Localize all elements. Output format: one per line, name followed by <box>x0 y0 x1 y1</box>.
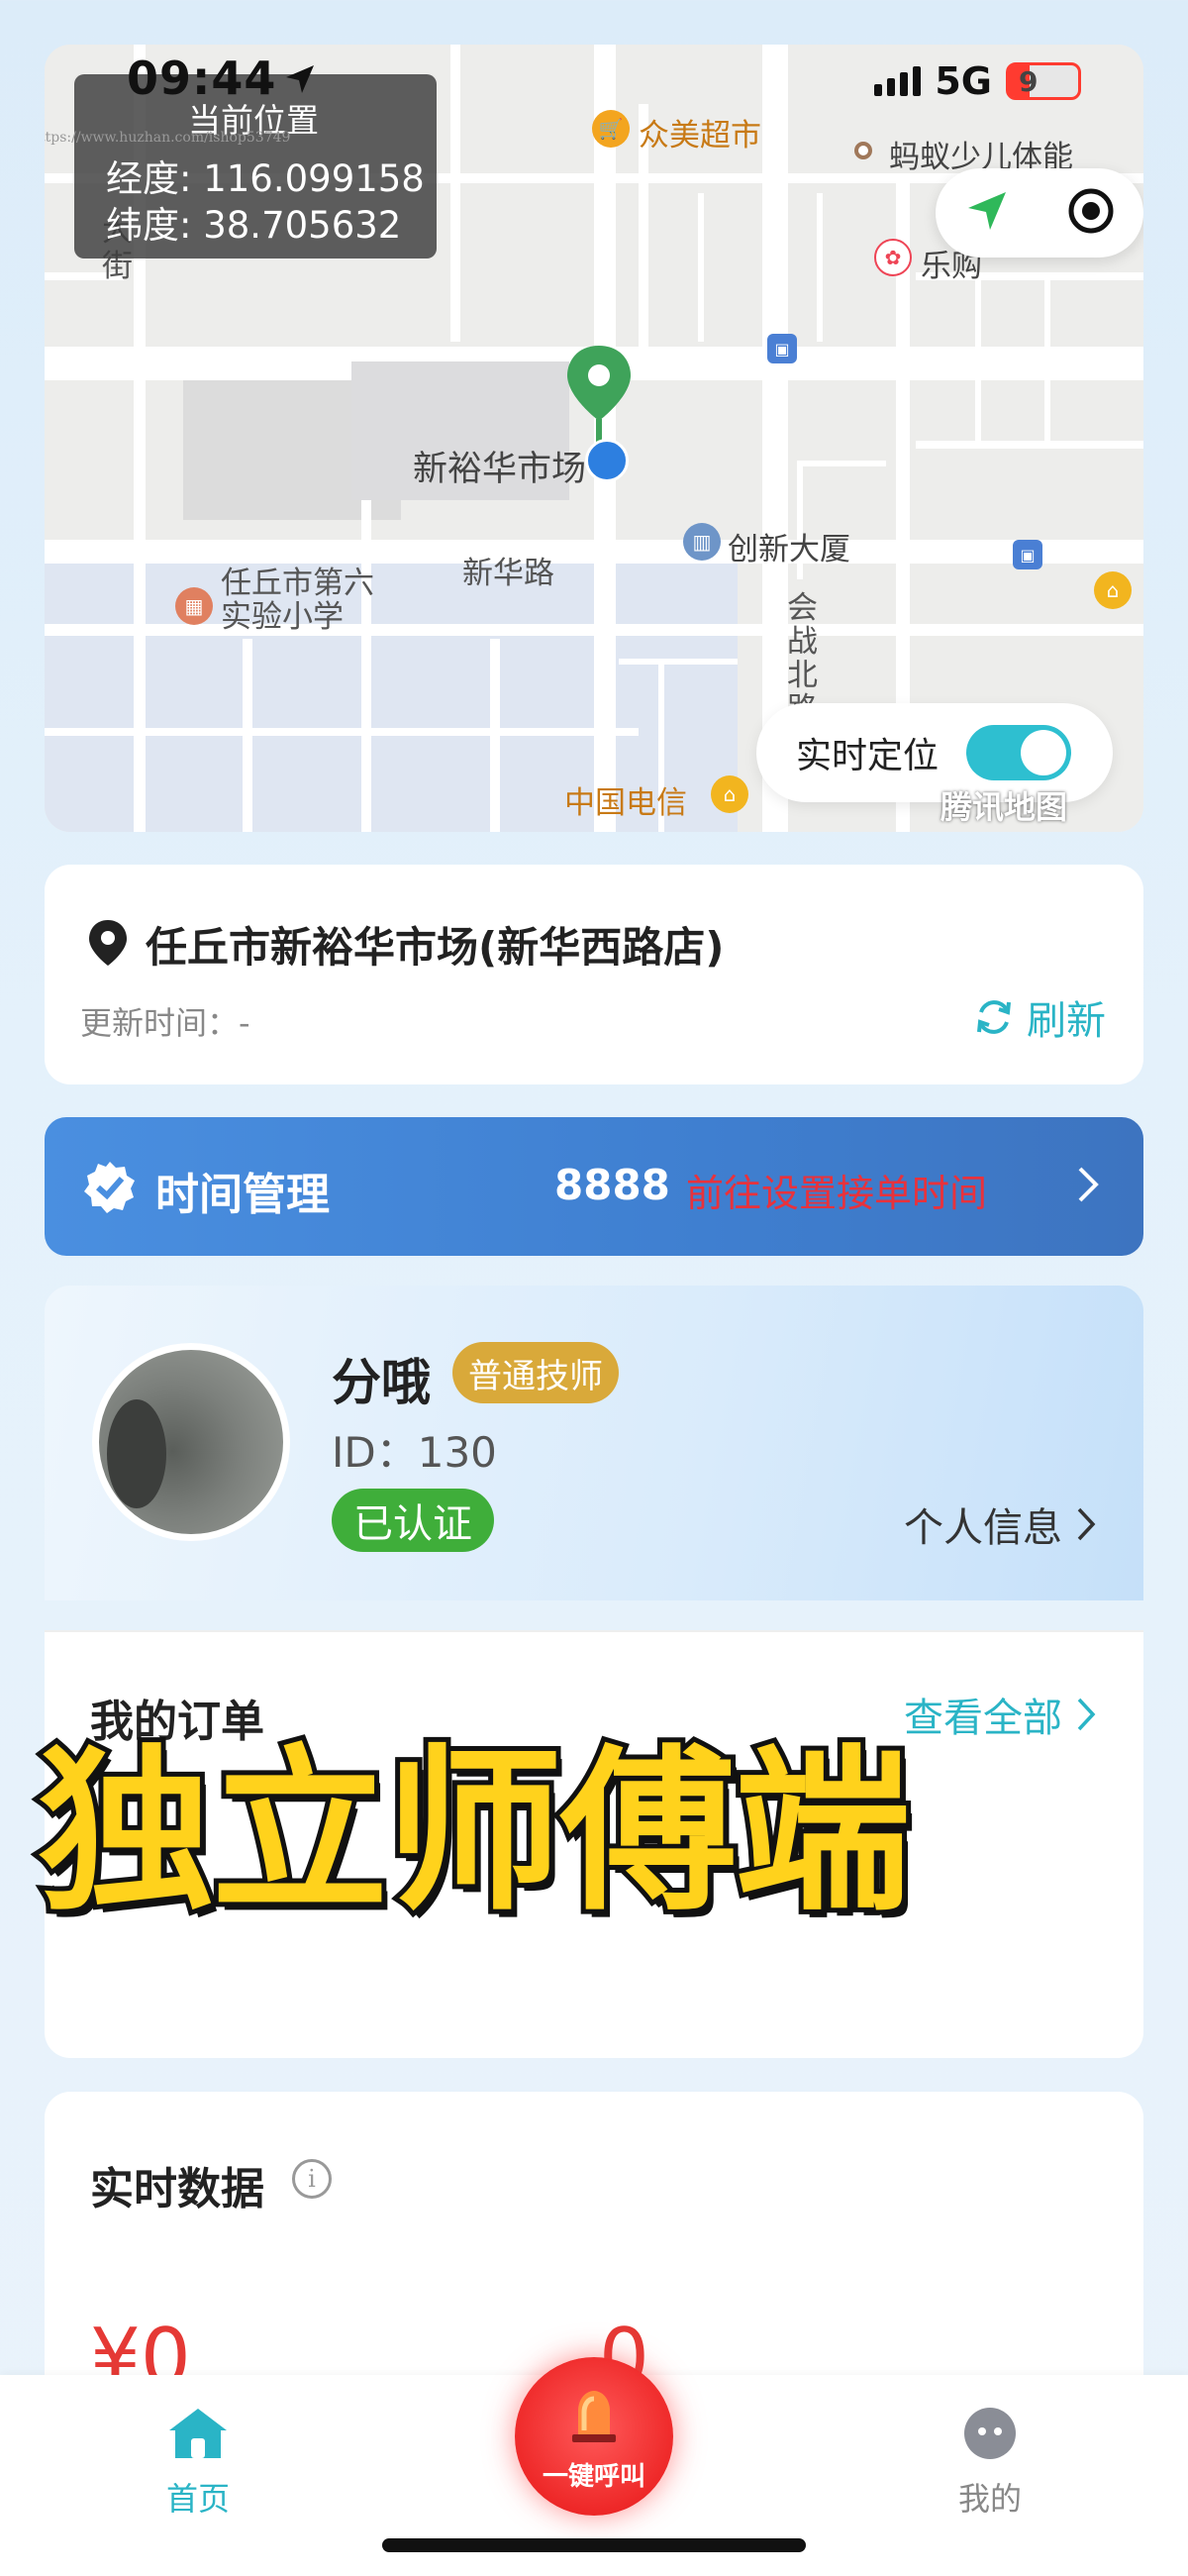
verified-check-icon <box>82 1159 138 1218</box>
latitude-value: 纬度: 38.705632 <box>106 204 402 247</box>
realtime-location-label: 实时定位 <box>796 736 940 776</box>
personal-info-link[interactable]: 个人信息 <box>904 1495 1096 1553</box>
status-right: 5G 9 <box>874 59 1081 103</box>
map-label-xinhua-road: 新华路 <box>462 556 554 591</box>
time-management-title: 时间管理 <box>155 1170 330 1220</box>
realtime-data-title: 实时数据 <box>90 2164 264 2215</box>
address-card: 任丘市新裕华市场(新华西路店) 更新时间：- 刷新 <box>45 865 1143 1084</box>
profile-icon <box>964 2408 1016 2459</box>
map-label-supermarket: 众美超市 <box>639 118 761 154</box>
navigate-arrow-icon[interactable] <box>964 188 1010 238</box>
certified-badge: 已认证 <box>332 1489 494 1552</box>
realtime-location-toggle[interactable] <box>966 725 1072 780</box>
address-name: 任丘市新裕华市场(新华西路店) <box>146 923 725 972</box>
siren-icon <box>572 2391 616 2442</box>
tab-home[interactable]: 首页 <box>119 2405 277 2520</box>
building-icon: ▥ <box>683 523 721 561</box>
map-view[interactable]: 大 街 新裕华市场 新华路 任丘市第六 实验小学 会 战 北 路 🛒 众美超市 … <box>45 45 1143 832</box>
home-indicator <box>382 2538 806 2552</box>
battery-icon: 9 <box>1006 62 1081 100</box>
network-type: 5G <box>935 59 992 103</box>
time-management-code: 8888 <box>554 1161 670 1209</box>
promo-banner-text: 独立师傅端 <box>33 1724 916 1939</box>
profile-card: 分哦 普通技师 ID：130 已认证 个人信息 <box>45 1286 1143 1600</box>
map-label-chuangxin: 创新大厦 <box>728 532 850 567</box>
map-pin-icon <box>86 918 130 972</box>
telecom-icon: ⌂ <box>711 775 748 813</box>
personal-info-label: 个人信息 <box>904 1505 1062 1551</box>
one-click-call-button[interactable]: 一键呼叫 <box>515 2357 673 2516</box>
signal-icon <box>874 66 922 96</box>
map-label-school: 任丘市第六 实验小学 <box>221 566 374 635</box>
shop-icon: ✿ <box>874 239 912 276</box>
chevron-right-icon <box>1077 1507 1096 1541</box>
battery-level: 9 <box>1019 64 1039 98</box>
tab-mine-label: 我的 <box>957 2480 1022 2518</box>
refresh-label: 刷新 <box>1027 998 1106 1044</box>
refresh-button[interactable]: 刷新 <box>973 988 1106 1046</box>
map-controls <box>936 168 1143 258</box>
tencent-map-logo: 腾讯地图 <box>940 788 1068 826</box>
longitude-value: 经度: 116.099158 <box>106 157 425 200</box>
poi-orange-icon: ⌂ <box>1094 571 1132 609</box>
location-services-icon <box>286 65 314 93</box>
update-time: 更新时间：- <box>80 1004 250 1042</box>
level-badge: 普通技师 <box>452 1342 619 1403</box>
locate-center-icon[interactable] <box>1066 186 1116 240</box>
home-icon <box>169 2409 227 2458</box>
user-name: 分哦 <box>332 1354 431 1411</box>
bus-stop-icon: ▣ <box>1013 540 1042 569</box>
one-click-call-label: 一键呼叫 <box>542 2462 645 2492</box>
tab-mine[interactable]: 我的 <box>911 2405 1069 2520</box>
time-management-hint: 前往设置接单时间 <box>686 1172 988 1215</box>
watermark-text: https://www.huzhan.com/ishop53749 <box>45 130 291 146</box>
supermarket-icon: 🛒 <box>592 110 630 148</box>
school-icon: ▦ <box>175 587 213 625</box>
status-time: 09:44 <box>127 52 277 105</box>
refresh-icon <box>977 1000 1011 1034</box>
current-location-dot <box>585 439 629 482</box>
avatar[interactable] <box>92 1343 290 1541</box>
divider <box>45 1630 1143 1632</box>
time-management-bar[interactable]: 时间管理 8888 前往设置接单时间 <box>45 1117 1143 1256</box>
poi-dot-icon <box>854 142 872 159</box>
info-icon[interactable]: i <box>292 2159 332 2199</box>
map-label-telecom: 中国电信 <box>564 785 687 821</box>
chevron-right-icon <box>1076 1165 1100 1208</box>
tab-home-label: 首页 <box>165 2480 230 2518</box>
bus-stop-icon: ▣ <box>767 334 797 363</box>
user-id: ID：130 <box>332 1428 497 1477</box>
